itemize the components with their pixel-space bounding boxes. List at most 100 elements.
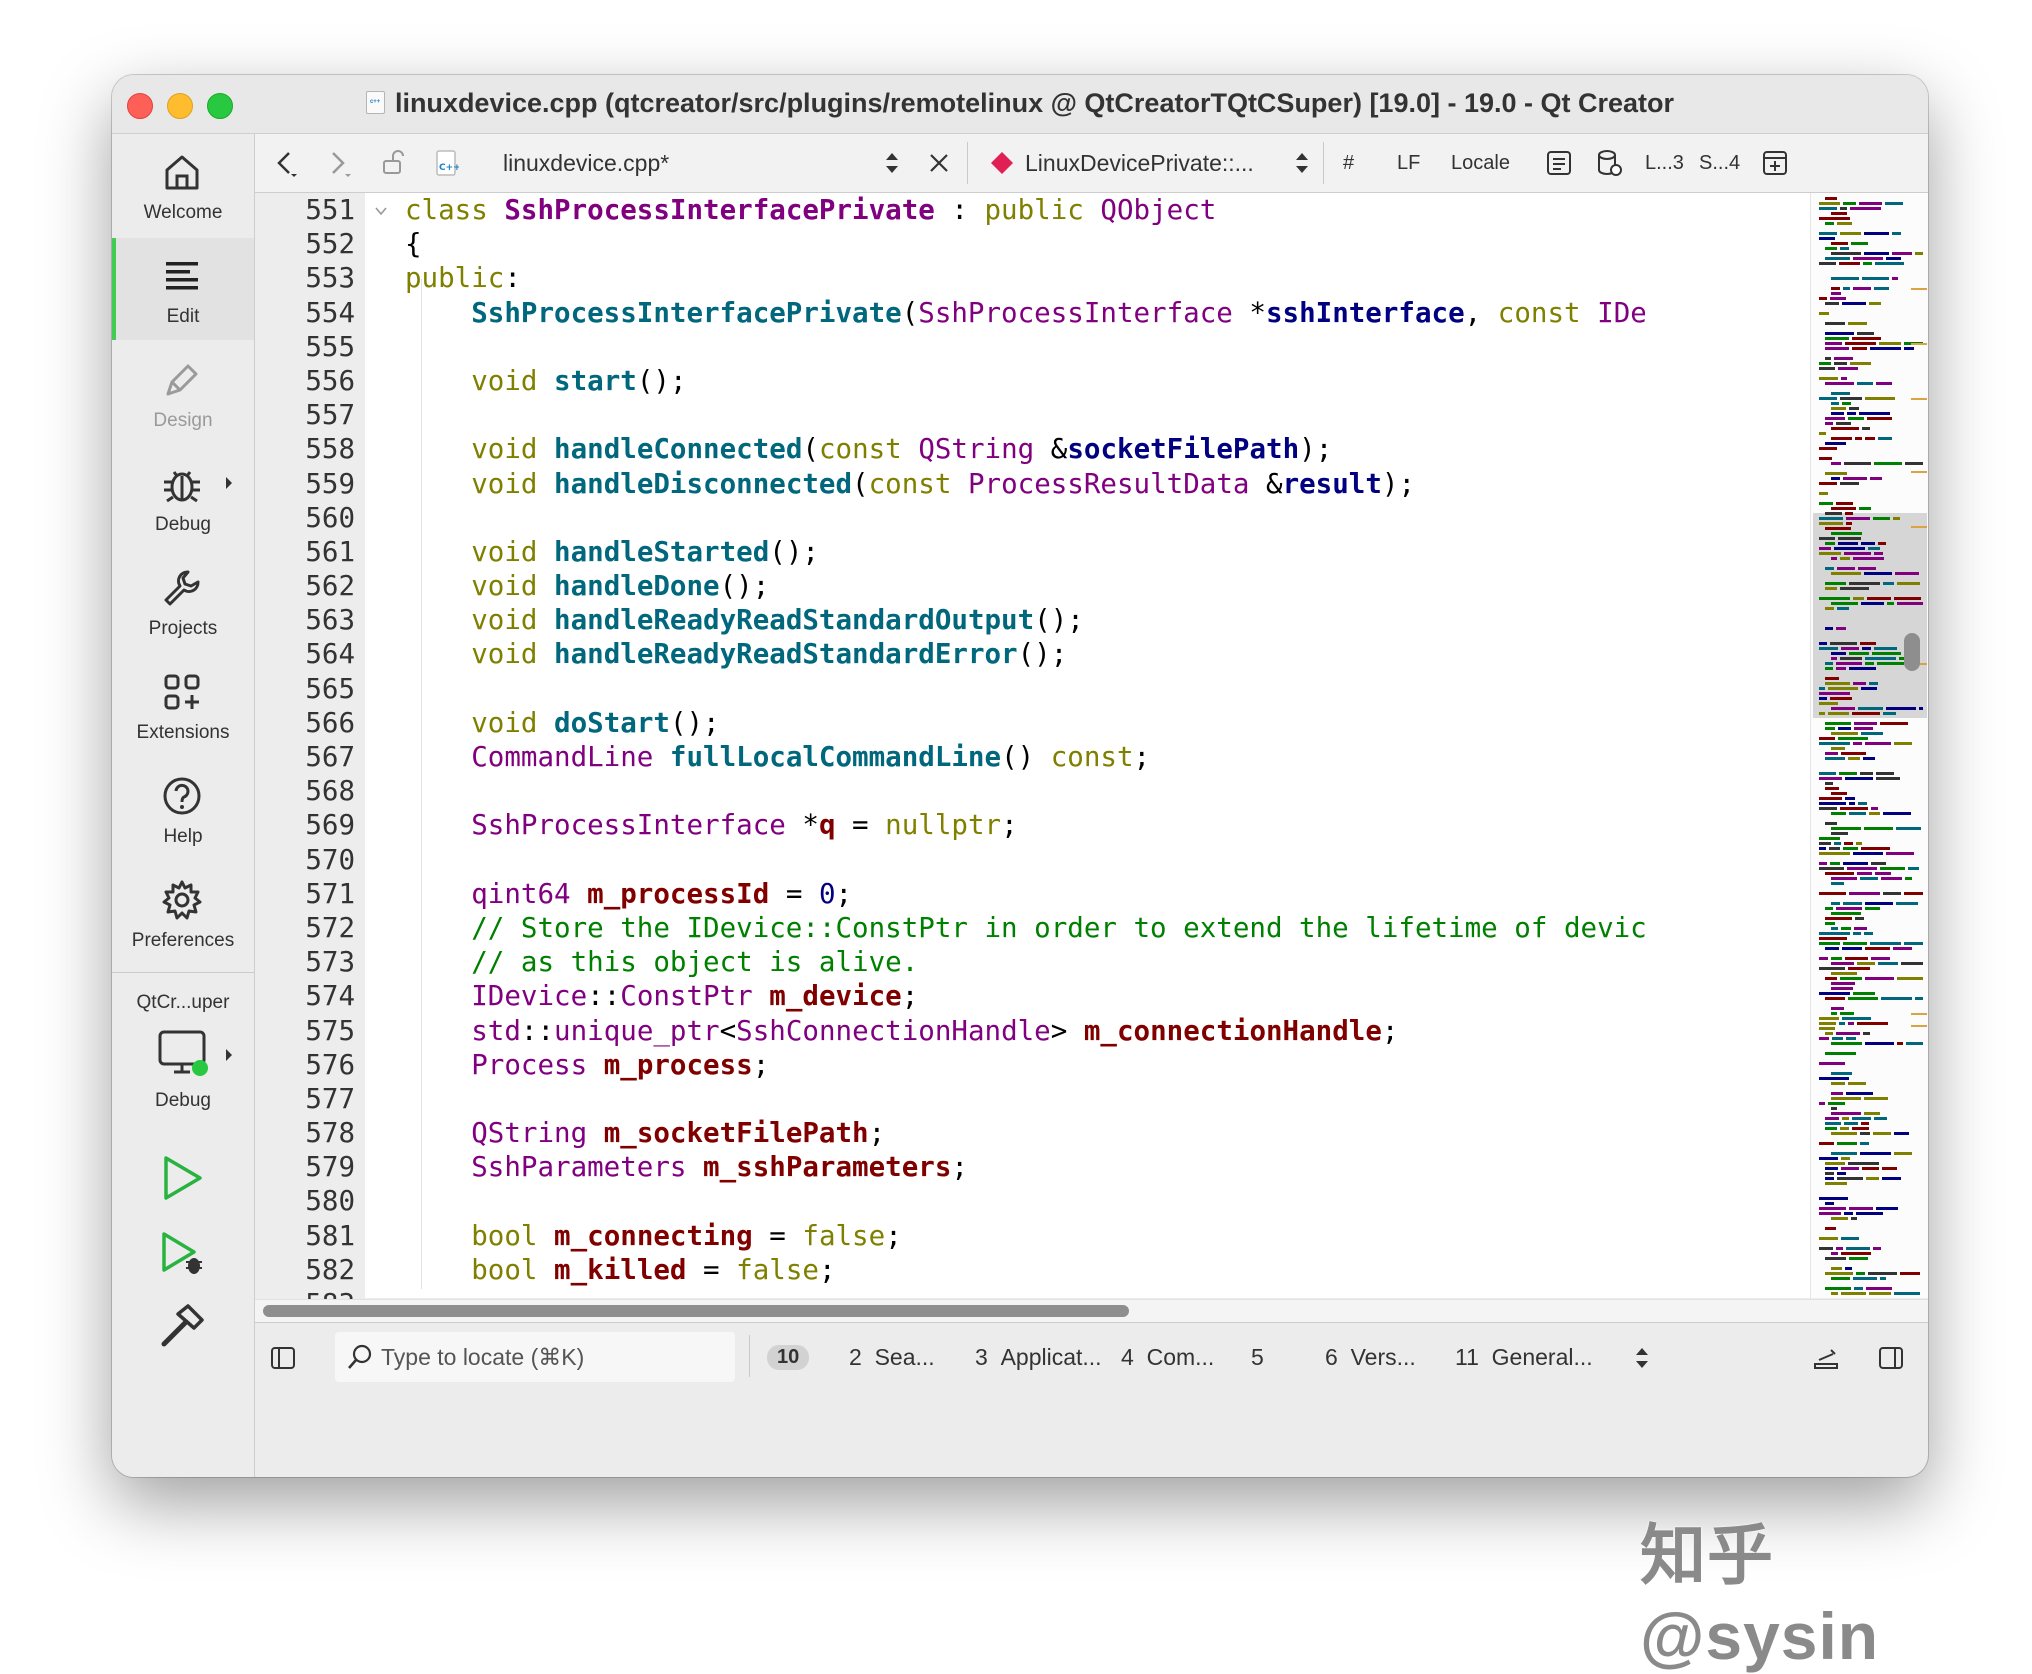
locator-input[interactable]: Type to locate (⌘K) <box>335 1332 735 1382</box>
pane-number: 3 <box>975 1344 988 1370</box>
status-bar: Type to locate (⌘K) 10 2 Sea... 3 Applic… <box>255 1322 1928 1392</box>
question-circle-icon <box>163 777 201 815</box>
cursor-line-button[interactable]: L...3 <box>1645 134 1684 192</box>
line-number: 564 <box>305 638 355 671</box>
pane-label: Vers... <box>1350 1344 1416 1370</box>
progress-details-button[interactable] <box>1811 1323 1841 1392</box>
mode-sidebar: Welcome Edit Design Debug Projects Exten… <box>112 134 255 1477</box>
pane-button-compile[interactable]: 4 Com... <box>1121 1323 1214 1392</box>
mode-extensions[interactable]: Extensions <box>112 654 254 756</box>
mode-edit-label: Edit <box>166 306 200 327</box>
line-number: 557 <box>305 399 355 432</box>
line-ending-button[interactable]: LF <box>1397 134 1420 192</box>
updown-arrows-icon <box>1636 1347 1648 1368</box>
open-documents-combo[interactable]: linuxdevice.cpp* <box>503 134 669 192</box>
navigate-back-button[interactable] <box>271 134 299 192</box>
pane-button-general[interactable]: 11 General... <box>1455 1323 1593 1392</box>
line-number: 567 <box>305 741 355 773</box>
line-number: 566 <box>305 706 355 739</box>
clangd-button[interactable] <box>1595 134 1623 192</box>
search-icon <box>348 1344 372 1369</box>
encoding-button[interactable]: Locale <box>1451 134 1510 192</box>
mode-debug[interactable]: Debug <box>112 446 254 548</box>
close-icon <box>930 154 948 172</box>
pane-button-10[interactable]: 10 <box>767 1323 810 1392</box>
line-ending-label: LF <box>1397 151 1421 174</box>
updown-arrows-icon <box>886 153 898 173</box>
vertical-scrollbar-thumb[interactable] <box>1904 633 1920 671</box>
debug-run-button[interactable] <box>156 1228 208 1280</box>
line-number: 563 <box>305 604 355 637</box>
mode-design[interactable]: Design <box>112 342 254 444</box>
toggle-right-sidebar-button[interactable] <box>1877 1323 1905 1392</box>
home-icon <box>165 155 199 190</box>
kit-selector[interactable]: Debug <box>112 1022 254 1122</box>
line-number: 558 <box>305 433 355 466</box>
mode-welcome[interactable]: Welcome <box>112 134 254 236</box>
kit-submenu-arrow-icon <box>226 1049 232 1061</box>
pane-label: Com... <box>1146 1344 1215 1370</box>
cursor-column-button[interactable]: S...4 <box>1699 134 1740 192</box>
pane-number: 5 <box>1251 1344 1264 1370</box>
code-minimap[interactable] <box>1810 193 1928 1298</box>
code-text[interactable]: class SshProcessInterfacePrivate : publi… <box>405 193 1645 1390</box>
pane-button-5[interactable]: 5 <box>1251 1323 1264 1392</box>
cursor-column-label: S...4 <box>1699 151 1741 174</box>
file-name-label: linuxdevice.cpp* <box>503 149 670 176</box>
mode-preferences[interactable]: Preferences <box>112 862 254 964</box>
build-hammer-button[interactable] <box>156 1300 208 1352</box>
mode-projects[interactable]: Projects <box>112 550 254 652</box>
line-number: 570 <box>305 843 355 876</box>
fold-chevron-icon[interactable] <box>375 205 387 217</box>
toggle-left-sidebar-button[interactable] <box>269 1323 297 1392</box>
split-editor-button[interactable] <box>1761 134 1789 192</box>
mode-projects-label: Projects <box>148 618 218 639</box>
horizontal-scrollbar[interactable] <box>255 1299 1928 1322</box>
line-number: 555 <box>305 330 355 363</box>
outline-button[interactable] <box>1545 134 1573 192</box>
line-number: 582 <box>305 1253 355 1286</box>
editor-toolbar: C++ linuxdevice.cpp* LinuxDevicePrivate:… <box>255 134 1928 193</box>
statusbar-separator <box>749 1335 750 1377</box>
line-numbers: 551 552 553 554 555 556 557 558 559 560 561 562 563 5… <box>255 193 355 1390</box>
line-number: 573 <box>305 946 355 979</box>
symbol-combo[interactable]: LinuxDevicePrivate::... <box>989 134 1254 192</box>
debug-submenu-arrow-icon <box>226 477 232 489</box>
code-editor[interactable]: 551 552 553 554 555 556 557 558 559 560 561 562 563 5… <box>255 193 1928 1388</box>
run-button[interactable] <box>156 1152 208 1204</box>
mode-help[interactable]: Help <box>112 758 254 860</box>
pane-number: 6 <box>1325 1344 1338 1370</box>
sidebar-separator <box>112 972 254 973</box>
mode-design-label: Design <box>153 410 213 431</box>
symbol-combo-arrows[interactable] <box>1293 134 1311 192</box>
cpp-file-icon <box>365 91 385 114</box>
bug-icon <box>164 471 200 503</box>
hash-button[interactable]: # <box>1343 134 1354 192</box>
navigate-forward-button[interactable] <box>325 134 353 192</box>
locator-placeholder: Type to locate (⌘K) <box>381 1343 585 1370</box>
add-split-icon <box>1763 151 1787 175</box>
line-number: 569 <box>305 809 355 842</box>
grid-plus-icon <box>164 674 200 710</box>
chevron-left-icon <box>277 152 297 177</box>
pane-button-version[interactable]: 6 Vers... <box>1325 1323 1416 1392</box>
close-document-button[interactable] <box>927 134 951 192</box>
horizontal-scrollbar-thumb[interactable] <box>263 1305 1129 1317</box>
line-number: 577 <box>305 1082 355 1115</box>
line-number: 568 <box>305 775 355 808</box>
file-lock-button[interactable] <box>379 134 407 192</box>
pane-label: General... <box>1491 1344 1593 1370</box>
encoding-label: Locale <box>1451 151 1510 174</box>
mode-edit[interactable]: Edit <box>112 238 254 340</box>
pane-button-application[interactable]: 3 Applicat... <box>975 1323 1102 1392</box>
pane-number: 4 <box>1121 1344 1134 1370</box>
pane-overflow-arrows[interactable] <box>1633 1323 1651 1392</box>
kit-project-label: QtCr...uper <box>136 992 230 1013</box>
line-number: 560 <box>305 501 355 534</box>
pane-button-search[interactable]: 2 Sea... <box>849 1323 935 1392</box>
progress-icon <box>1814 1348 1838 1369</box>
symbol-label: LinuxDevicePrivate::... <box>1025 149 1254 176</box>
svg-text:C++: C++ <box>439 163 459 173</box>
documents-combo-arrows[interactable] <box>883 134 901 192</box>
pane-label: Sea... <box>874 1344 935 1370</box>
